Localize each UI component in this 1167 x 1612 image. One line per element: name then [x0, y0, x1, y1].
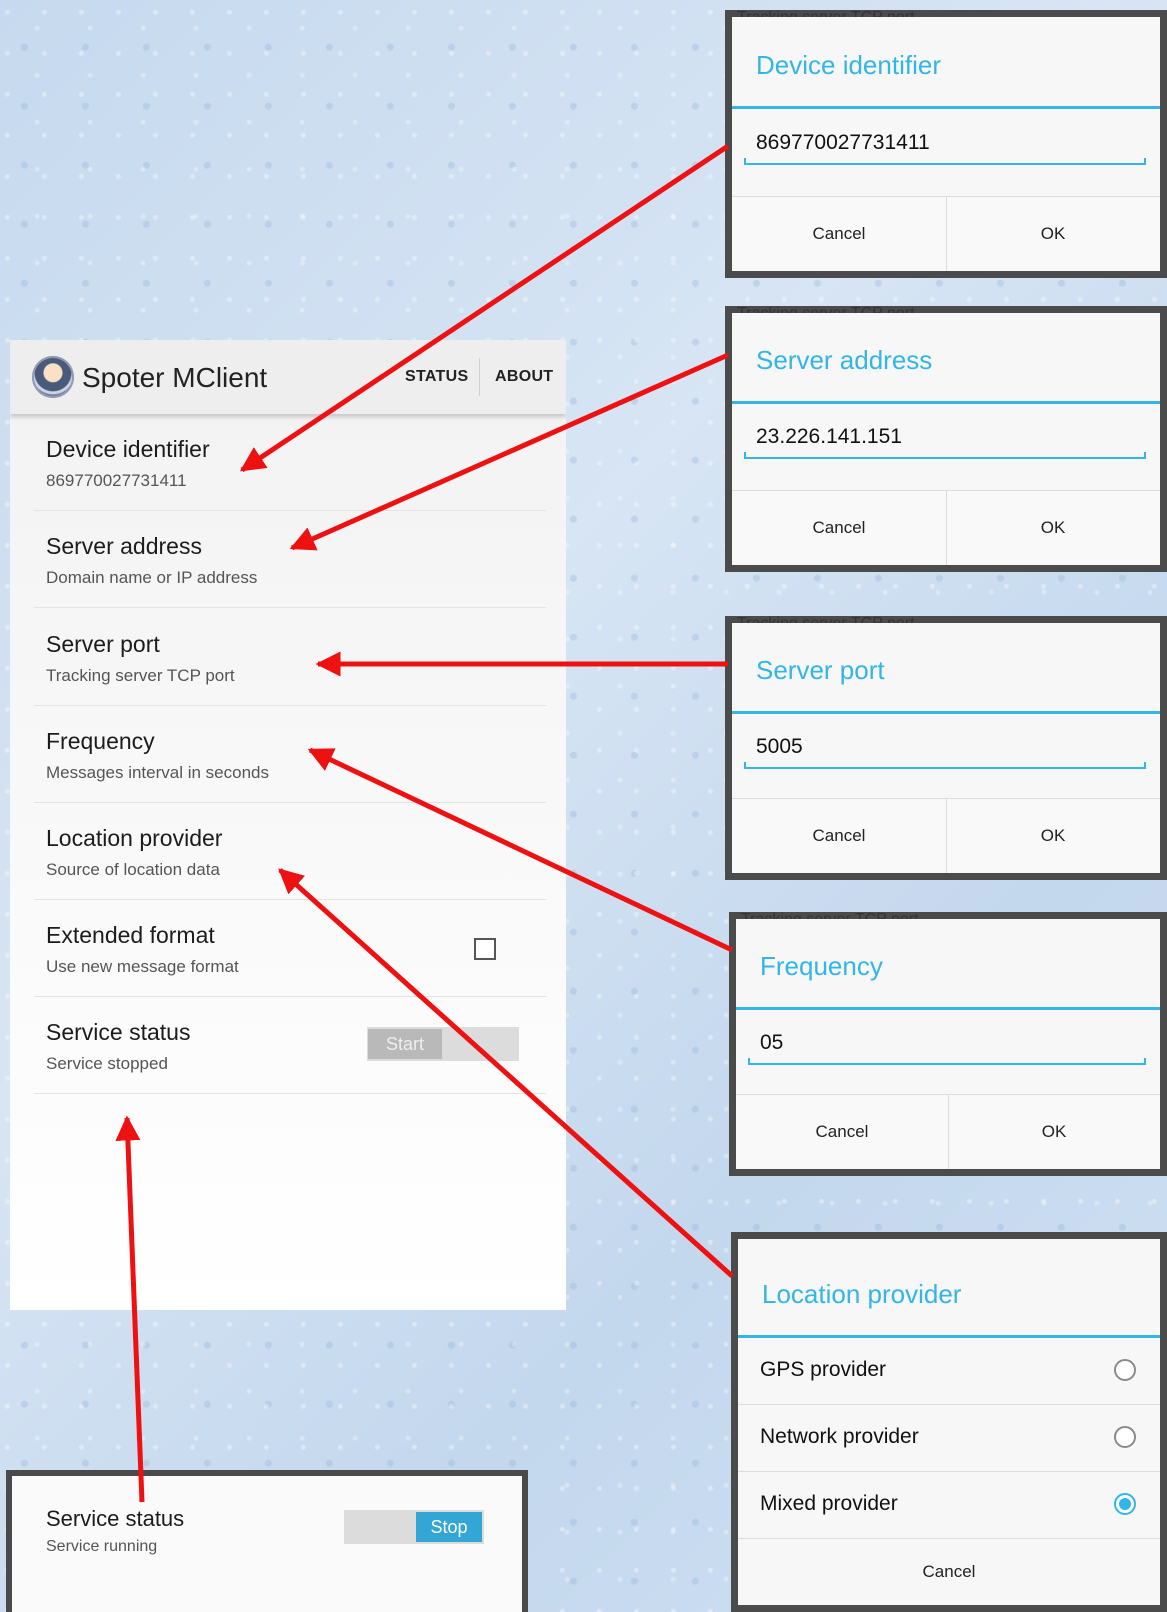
annotation-arrows	[115, 143, 734, 1503]
arrow-server-address	[289, 352, 730, 551]
arrow-service-status	[115, 1115, 145, 1503]
arrow-device-identifier	[239, 143, 730, 473]
arrow-location-provider	[278, 868, 734, 1278]
arrow-frequency	[307, 747, 734, 953]
